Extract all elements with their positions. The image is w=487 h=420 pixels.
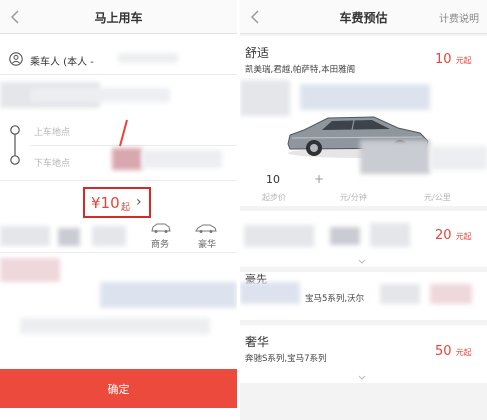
passenger-label[interactable]: 乘车人 (本人 - (30, 53, 94, 68)
divider (30, 145, 237, 146)
price-estimate-button[interactable]: ¥10 起 › (83, 187, 151, 218)
redacted-block (142, 150, 222, 168)
car-luxury-icon[interactable] (195, 222, 217, 234)
chevron-down-icon[interactable] (358, 259, 366, 264)
redacted-block (92, 226, 126, 246)
redacted-block (430, 146, 487, 170)
chevron-right-icon: › (136, 194, 142, 210)
tier-name: 奢华 (245, 335, 270, 349)
tier-price: 50 元起 (435, 344, 472, 359)
confirm-label: 确定 (107, 383, 130, 396)
tier-models: 奔驰S系列,宝马7系列 (245, 354, 327, 364)
divider (0, 252, 237, 253)
nav-bar: 马上用车 (0, 0, 237, 34)
right-screen: 车费预估 计费说明 舒适 凯美瑞,君越,帕萨特,本田雅阁 10 元起 10 + … (240, 0, 487, 420)
redacted-block (100, 282, 237, 308)
redacted-block (330, 227, 360, 245)
divider (0, 180, 237, 181)
redacted-block (370, 223, 410, 247)
redacted-block (300, 84, 430, 110)
car-type-business[interactable]: 商务 (151, 237, 169, 250)
price-amount: ¥10 (91, 194, 120, 212)
divider (0, 74, 237, 75)
user-icon (9, 52, 23, 66)
tier-card-luxury[interactable]: 奢华 奔驰S系列,宝马7系列 50 元起 (240, 325, 487, 383)
tier-card[interactable]: 豪先 宝马5系列,沃尔 (240, 272, 487, 320)
tier-price: 20 元起 (435, 228, 472, 243)
redacted-block (430, 284, 472, 304)
tier-name: 舒适 (245, 46, 270, 60)
tier-card-comfort[interactable]: 舒适 凯美瑞,君越,帕萨特,本田雅阁 10 元起 10 + 起步价 元/分钟 元… (240, 36, 487, 206)
redacted-block (20, 318, 210, 334)
redacted-block (240, 282, 300, 304)
redacted-block (244, 225, 314, 247)
pickup-field[interactable]: 上车地点 (34, 125, 70, 138)
annotation-line (119, 119, 128, 147)
redacted-block (112, 148, 142, 170)
nav-bar: 车费预估 计费说明 (240, 0, 487, 34)
redacted-block (380, 284, 420, 304)
route-icon (10, 125, 20, 165)
pricing-info-link[interactable]: 计费说明 (439, 10, 479, 25)
car-business-icon[interactable] (150, 222, 172, 234)
tier-price: 10 元起 (435, 52, 472, 67)
redacted-block (58, 228, 80, 246)
tier-price-value: 20 (435, 228, 452, 243)
tier-card[interactable]: 20 元起 (240, 211, 487, 267)
chevron-down-icon[interactable] (358, 375, 366, 380)
tier-price-value: 10 (435, 52, 452, 67)
per-km-label: 元/公里 (424, 193, 451, 202)
left-screen: 马上用车 乘车人 (本人 - 上车地点 下车地点 ¥10 起 › 商务 豪华 确… (0, 0, 237, 420)
per-minute-label: 元/分钟 (340, 193, 367, 202)
page-title: 马上用车 (94, 11, 143, 25)
tier-price-unit: 元起 (455, 56, 472, 65)
redacted-block (360, 140, 430, 174)
plus-sign: + (314, 172, 325, 186)
price-unit: 起 (121, 203, 131, 213)
tier-price-unit: 元起 (455, 232, 472, 241)
redacted-block (30, 88, 170, 102)
tier-models: 凯美瑞,君越,帕萨特,本田雅阁 (245, 65, 356, 75)
tier-price-unit: 元起 (455, 348, 472, 357)
tier-models-partial: 宝马5系列,沃尔 (305, 294, 365, 304)
start-price-label: 起步价 (262, 193, 286, 202)
tier-price-value: 50 (435, 344, 452, 359)
car-type-luxury[interactable]: 豪华 (198, 237, 216, 250)
redacted-block (0, 226, 50, 246)
redacted-phone (118, 53, 178, 63)
start-price-value: 10 (266, 173, 280, 186)
redacted-block (0, 258, 60, 282)
dropoff-field[interactable]: 下车地点 (34, 156, 70, 169)
confirm-button[interactable]: 确定 (0, 369, 237, 408)
